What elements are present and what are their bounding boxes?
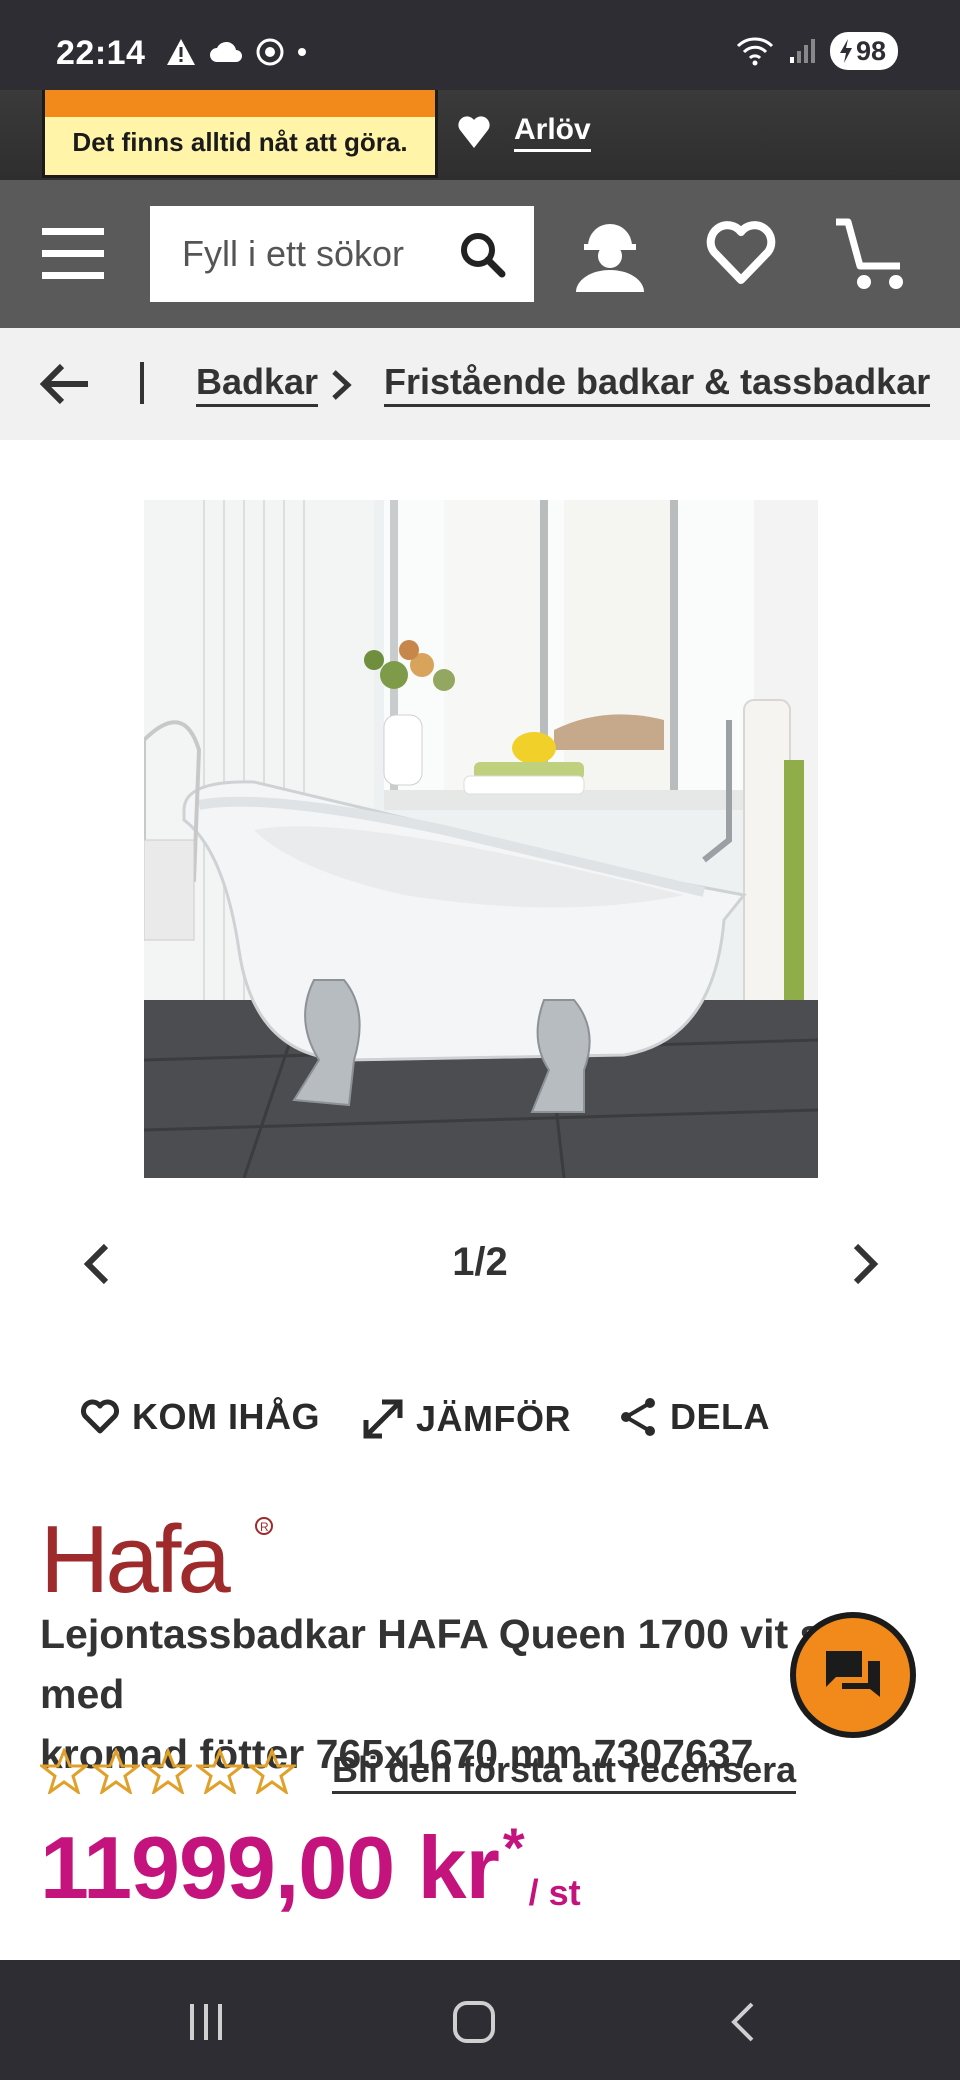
store-selector[interactable]: Arlöv	[456, 90, 591, 174]
chevron-right-icon	[332, 370, 352, 400]
share-label: DELA	[670, 1396, 770, 1437]
brand-name: Hafa	[40, 1508, 231, 1600]
wifi-icon	[736, 37, 774, 66]
share-icon	[621, 1398, 655, 1436]
dot-icon	[298, 48, 306, 56]
battery-level: 98	[855, 35, 886, 66]
heart-location-icon	[458, 116, 490, 148]
search-icon[interactable]	[458, 230, 506, 278]
product-title-line-1: Lejontassbadkar HAFA Queen 1700 vit slät…	[40, 1611, 871, 1717]
price-unit: / st	[528, 1872, 581, 1913]
breadcrumb-fristaende-badkar[interactable]: Fristående badkar & tassbadkar	[384, 362, 931, 407]
compare-button[interactable]: JÄMFÖR	[362, 1396, 571, 1442]
notification-icons	[166, 38, 308, 66]
search-box	[150, 206, 534, 302]
heart-icon	[81, 1399, 119, 1434]
battery-indicator: 98	[829, 32, 898, 70]
hamburger-menu-icon[interactable]	[42, 226, 106, 282]
recent-apps-icon[interactable]	[186, 2002, 226, 2042]
star-icon	[248, 1748, 296, 1794]
compare-label: JÄMFÖR	[416, 1398, 571, 1439]
price-amount: 11999,00 kr	[40, 1818, 500, 1917]
breadcrumb-divider	[140, 362, 144, 404]
star-icon	[144, 1748, 192, 1794]
compare-arrows-icon	[363, 1399, 403, 1439]
chrome-icon	[256, 38, 284, 66]
breadcrumb-badkar[interactable]: Badkar	[196, 362, 319, 407]
charging-icon	[839, 39, 852, 63]
warning-icon	[167, 39, 195, 65]
cart-icon[interactable]	[834, 216, 910, 292]
share-button[interactable]: DELA	[618, 1396, 770, 1438]
status-bar: 22:14 98	[0, 0, 960, 90]
system-back-icon[interactable]	[728, 2000, 758, 2044]
wishlist-heart-icon[interactable]	[706, 220, 776, 286]
write-review-link[interactable]: Bli den första att recensera	[332, 1749, 797, 1794]
svg-text:R: R	[260, 1520, 269, 1534]
signal-icon	[789, 39, 815, 63]
breadcrumb: Badkar Fristående badkar & tassbadkar	[0, 328, 960, 440]
system-navigation-bar	[0, 1960, 960, 2080]
navigation-bar	[0, 180, 960, 328]
account-icon[interactable]	[572, 214, 648, 294]
star-icon	[40, 1748, 88, 1794]
search-input[interactable]	[150, 233, 450, 275]
hafa-brand-logo[interactable]: Hafa R	[40, 1506, 280, 1613]
chat-button[interactable]	[790, 1612, 916, 1738]
image-counter: 1/2	[452, 1240, 508, 1284]
carousel-next-icon[interactable]	[848, 1240, 882, 1288]
cloud-icon	[210, 41, 242, 62]
back-arrow-icon[interactable]	[38, 360, 92, 408]
carousel-prev-icon[interactable]	[80, 1240, 114, 1288]
product-image[interactable]	[144, 500, 818, 1178]
star-icon	[92, 1748, 140, 1794]
remember-label: KOM IHÅG	[132, 1396, 320, 1437]
price-asterisk: *	[502, 1816, 525, 1879]
clock: 22:14	[56, 34, 146, 72]
remember-button[interactable]: KOM IHÅG	[80, 1396, 320, 1438]
store-name: Arlöv	[514, 113, 591, 152]
hornbach-logo[interactable]: Det finns alltid nåt att göra.	[42, 90, 438, 178]
chat-bubbles-icon	[826, 1651, 880, 1697]
header-banner: Det finns alltid nåt att göra. Arlöv	[0, 90, 960, 180]
home-icon[interactable]	[452, 2000, 496, 2044]
logo-tagline: Det finns alltid nåt att göra.	[72, 127, 408, 157]
product-price: 11999,00 kr * / st	[40, 1818, 581, 1918]
star-icon	[196, 1748, 244, 1794]
rating-row: Bli den första att recensera	[40, 1748, 797, 1794]
star-rating[interactable]	[40, 1748, 296, 1794]
bathtub-photo	[144, 500, 818, 1178]
